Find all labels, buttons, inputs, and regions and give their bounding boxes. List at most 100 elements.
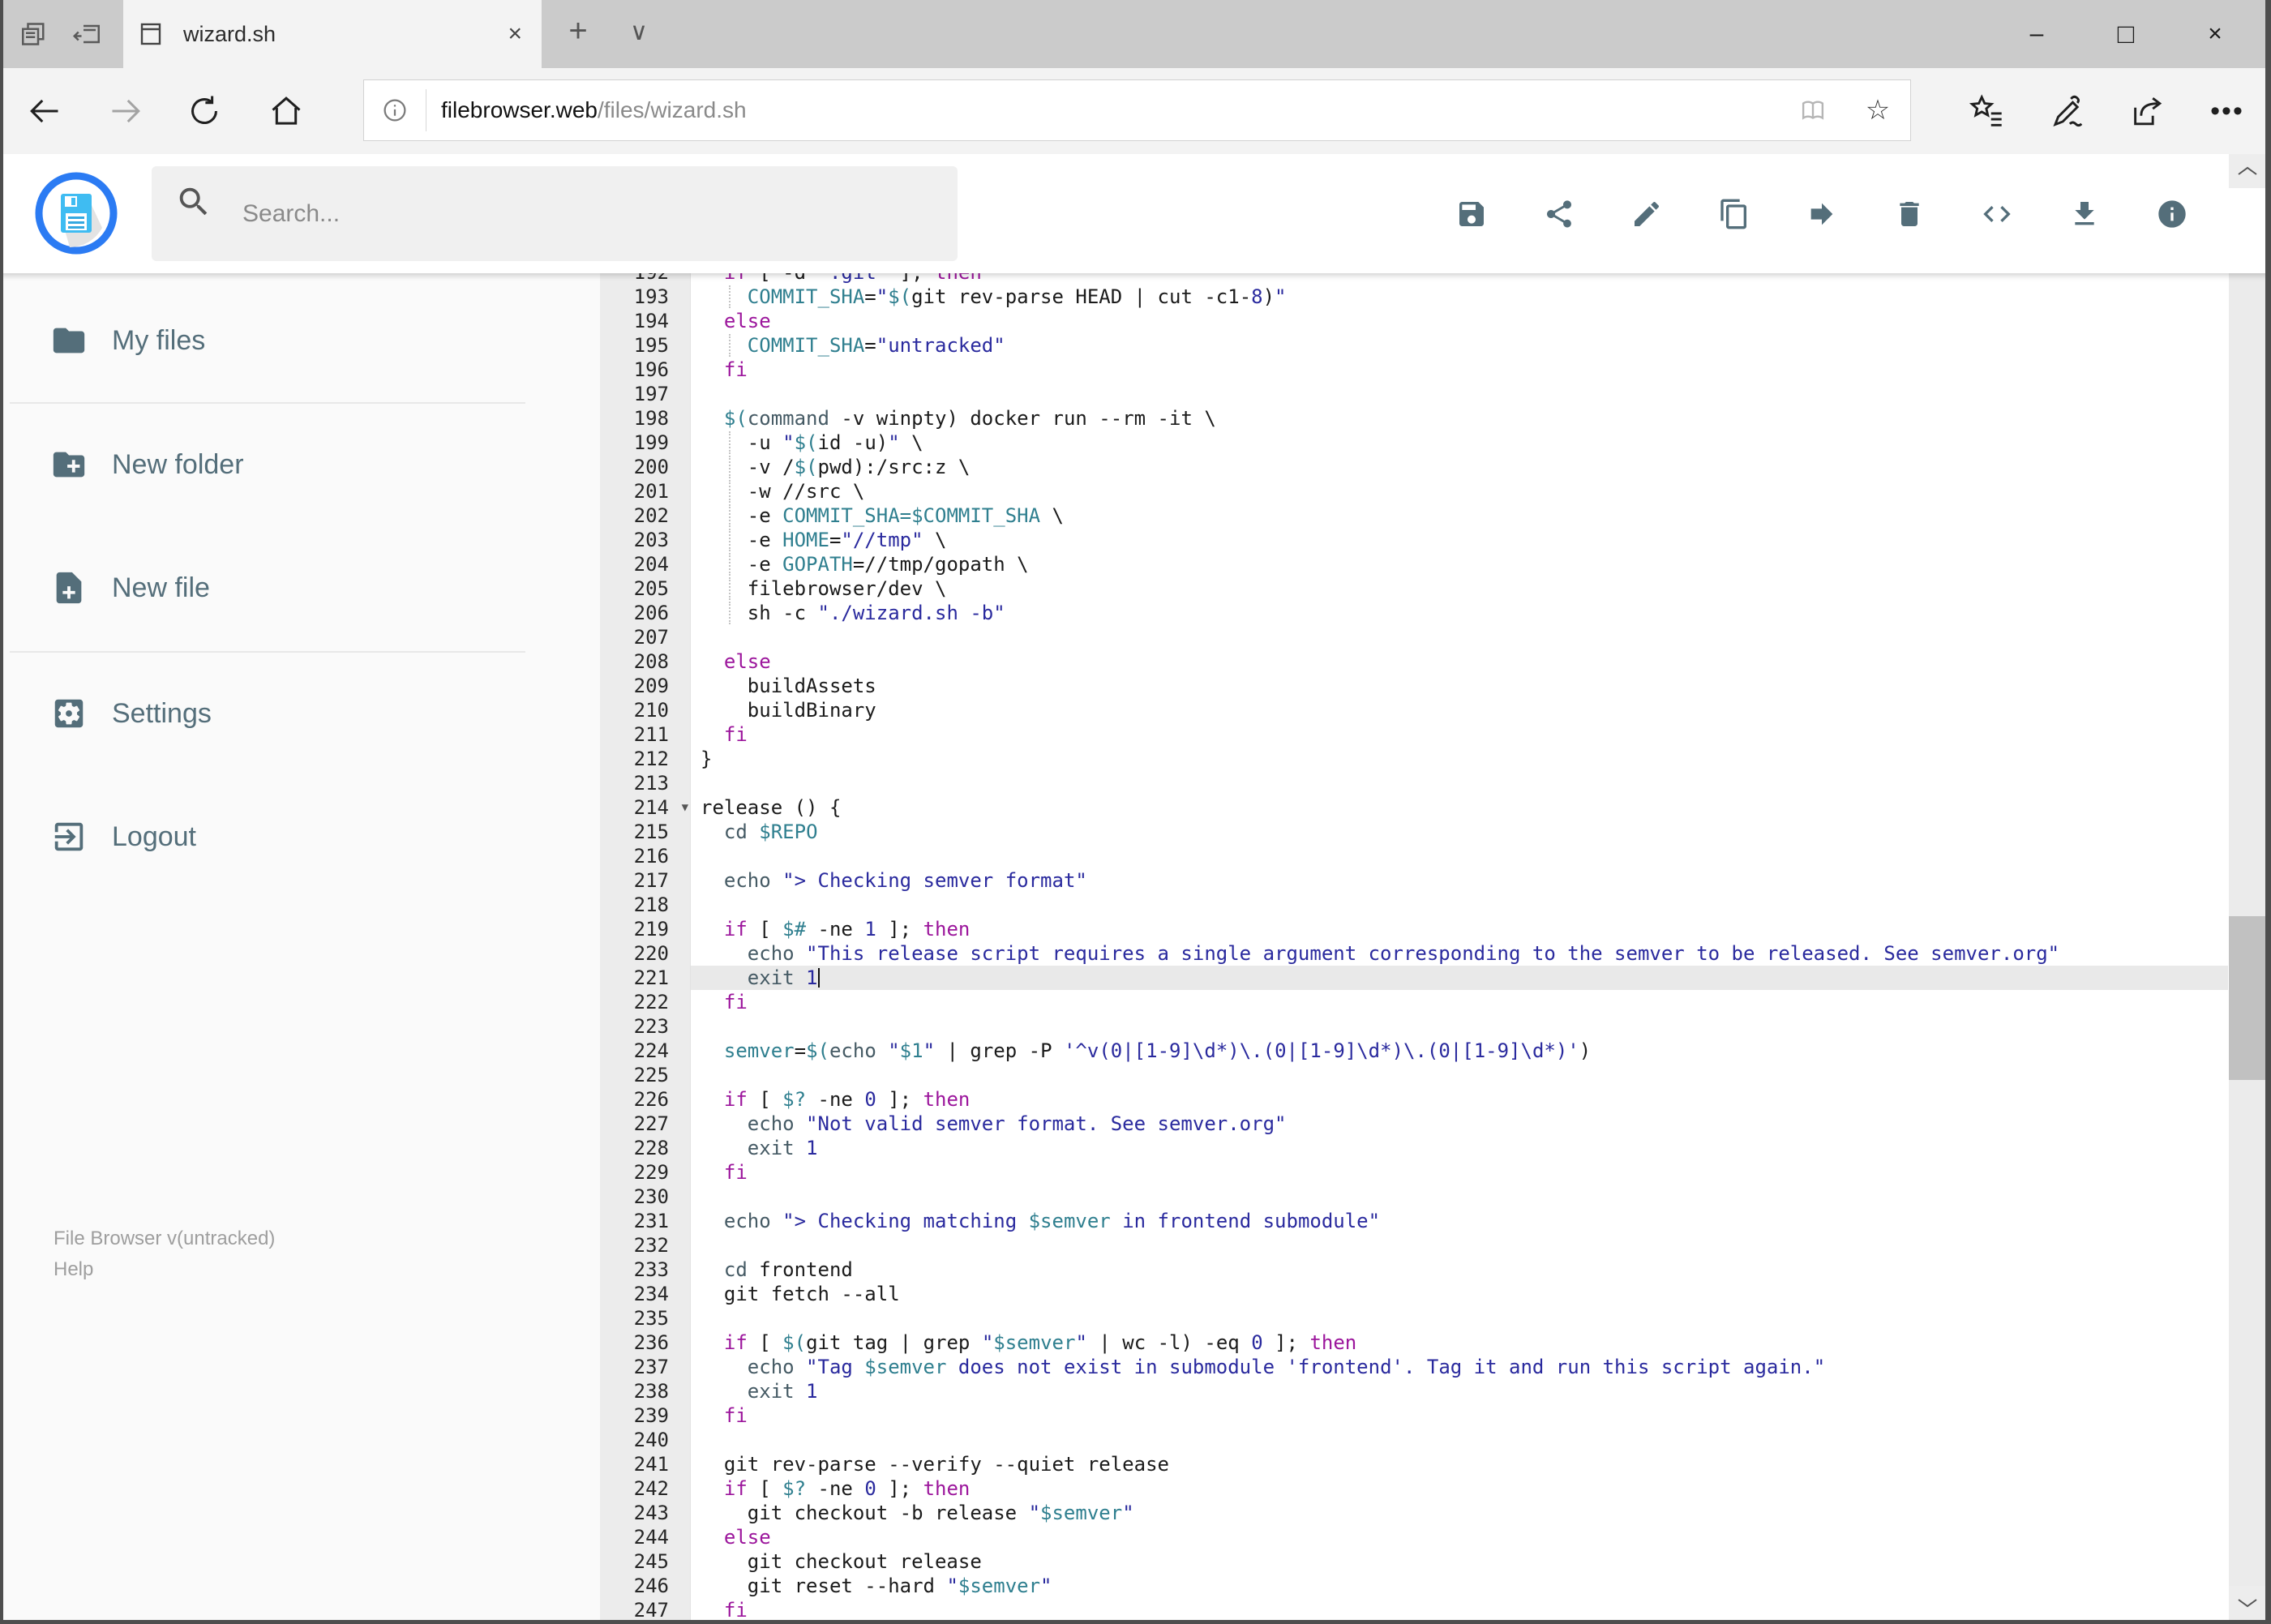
search-input[interactable] (152, 166, 958, 261)
help-link[interactable]: Help (54, 1254, 275, 1285)
code-line: 238 exit 1 (600, 1379, 2228, 1403)
code-line: 199 -u "$(id -u)" \ (600, 431, 2228, 455)
info-button[interactable] (2156, 195, 2188, 232)
pencil-icon (1635, 201, 1660, 226)
line-number: 219 (600, 917, 691, 941)
sidebar-item-new-file[interactable]: New file (3, 562, 571, 614)
scrollbar-down-button[interactable] (2229, 1586, 2265, 1620)
browser-tab[interactable]: wizard.sh × (123, 0, 542, 68)
code-line-text: } (701, 748, 713, 770)
line-number: 209 (600, 674, 691, 698)
info-icon (383, 99, 406, 122)
sidebar-item-label: Logout (112, 821, 196, 852)
code-line: 206 sh -c "./wizard.sh -b" (600, 601, 2228, 625)
forward-button[interactable] (97, 83, 154, 139)
code-line: 245 git checkout release (600, 1549, 2228, 1574)
page-favicon-icon (138, 20, 165, 48)
new-tab-button[interactable]: + (558, 13, 598, 49)
new-file-icon (50, 569, 88, 606)
site-info-button[interactable] (364, 96, 426, 125)
code-line: 193 COMMIT_SHA="$(git rev-parse HEAD | c… (600, 285, 2228, 309)
share-button[interactable] (1543, 195, 1575, 232)
refresh-button[interactable] (176, 83, 233, 139)
save-button[interactable] (1455, 195, 1488, 232)
code-line-text: buildBinary (701, 699, 876, 722)
line-number: 246 (600, 1574, 691, 1598)
scrollbar-thumb[interactable] (2229, 916, 2265, 1080)
copy-button[interactable] (1718, 195, 1750, 232)
search-icon (175, 183, 212, 225)
rename-button[interactable] (1630, 195, 1663, 232)
tab-close-button[interactable]: × (503, 20, 527, 48)
line-number: 236 (600, 1330, 691, 1355)
code-line-text (691, 1306, 2228, 1330)
window-border-left (0, 0, 3, 1624)
sidebar-item-logout[interactable]: Logout (3, 811, 571, 863)
reading-view-button[interactable] (1780, 95, 1845, 126)
sidebar-item-settings[interactable]: Settings (3, 688, 571, 739)
delete-button[interactable] (1893, 195, 1926, 232)
line-number: 227 (600, 1112, 691, 1136)
window-maximize-button[interactable]: □ (2081, 0, 2170, 68)
code-line-text: semver=$(echo "$1" | grep -P '^v(0|[1-9]… (723, 1039, 1592, 1062)
code-line-text: git checkout -b release "$semver" (701, 1502, 1134, 1524)
line-number: 193 (600, 285, 691, 309)
line-number: 203 (600, 528, 691, 552)
reading-view-icon (1802, 101, 1824, 120)
code-line: 203 -e HOME="//tmp" \ (600, 528, 2228, 552)
home-button[interactable] (258, 83, 315, 139)
line-number: 204 (600, 552, 691, 576)
code-line: 230 (600, 1185, 2228, 1209)
fold-arrow-icon[interactable]: ▼ (682, 795, 688, 820)
code-line: 208 else (600, 649, 2228, 674)
code-line: 236 if [ $(git tag | grep "$semver" | wc… (600, 1330, 2228, 1355)
url-path: /files/wizard.sh (597, 97, 747, 122)
window-minimize-button[interactable]: – (1992, 0, 2081, 68)
copy-icon (1720, 199, 1746, 229)
line-number: 238 (600, 1379, 691, 1403)
sidebar-item-label: New file (112, 572, 210, 603)
code-line: 217 echo "> Checking semver format" (600, 868, 2228, 893)
code-line-text: else (723, 1526, 771, 1549)
more-menu-button[interactable]: ••• (2199, 83, 2256, 139)
window-close-button[interactable]: × (2170, 0, 2260, 68)
code-line-text: cd frontend (723, 1258, 853, 1281)
line-number: 202 (600, 503, 691, 528)
code-line: 201 -w //src \ (600, 479, 2228, 503)
code-line: 232 (600, 1233, 2228, 1258)
tab-preview-chevron-button[interactable]: ∨ (621, 18, 657, 46)
code-line: 215 cd $REPO (600, 820, 2228, 844)
sidebar-item-new-folder[interactable]: New folder (3, 439, 571, 491)
line-number: 237 (600, 1355, 691, 1379)
code-line: 222 fi (600, 990, 2228, 1014)
line-number: 224 (600, 1039, 691, 1063)
restore-tabs-button[interactable] (65, 11, 110, 57)
sidebar-item-label: My files (112, 324, 206, 356)
code-line: 197 (600, 382, 2228, 406)
code-editor[interactable]: 192 if [ -d ".git" ]; then193 COMMIT_SHA… (600, 273, 2228, 1620)
code-line-text: git rev-parse --verify --quiet release (701, 1453, 1169, 1476)
favorite-star-button[interactable]: ☆ (1845, 94, 1910, 126)
download-icon (2075, 201, 2094, 225)
window-controls: – □ × (1992, 0, 2260, 68)
tabs-aside-button[interactable] (11, 11, 57, 57)
code-line: 225 (600, 1063, 2228, 1087)
code-line: 195 COMMIT_SHA="untracked" (600, 333, 2228, 358)
raw-editor-button[interactable] (1981, 195, 2013, 232)
line-number: 235 (600, 1306, 691, 1330)
move-button[interactable] (1806, 195, 1838, 232)
annotate-button[interactable] (2039, 83, 2096, 139)
filebrowser-logo[interactable] (34, 171, 118, 259)
window-border-bottom (0, 1620, 2271, 1624)
code-line: 212} (600, 747, 2228, 771)
line-number: 222 (600, 990, 691, 1014)
folder-icon (50, 322, 88, 359)
code-line: 221 exit 1 (600, 966, 2228, 990)
address-bar[interactable]: filebrowser.web/files/wizard.sh ☆ (363, 79, 1911, 141)
scrollbar-up-button[interactable] (2229, 154, 2265, 188)
download-button[interactable] (2068, 195, 2101, 232)
hub-button[interactable] (1958, 83, 2015, 139)
share-button-browser[interactable] (2119, 83, 2175, 139)
sidebar-item-my-files[interactable]: My files (3, 315, 571, 366)
back-button[interactable] (16, 83, 73, 139)
